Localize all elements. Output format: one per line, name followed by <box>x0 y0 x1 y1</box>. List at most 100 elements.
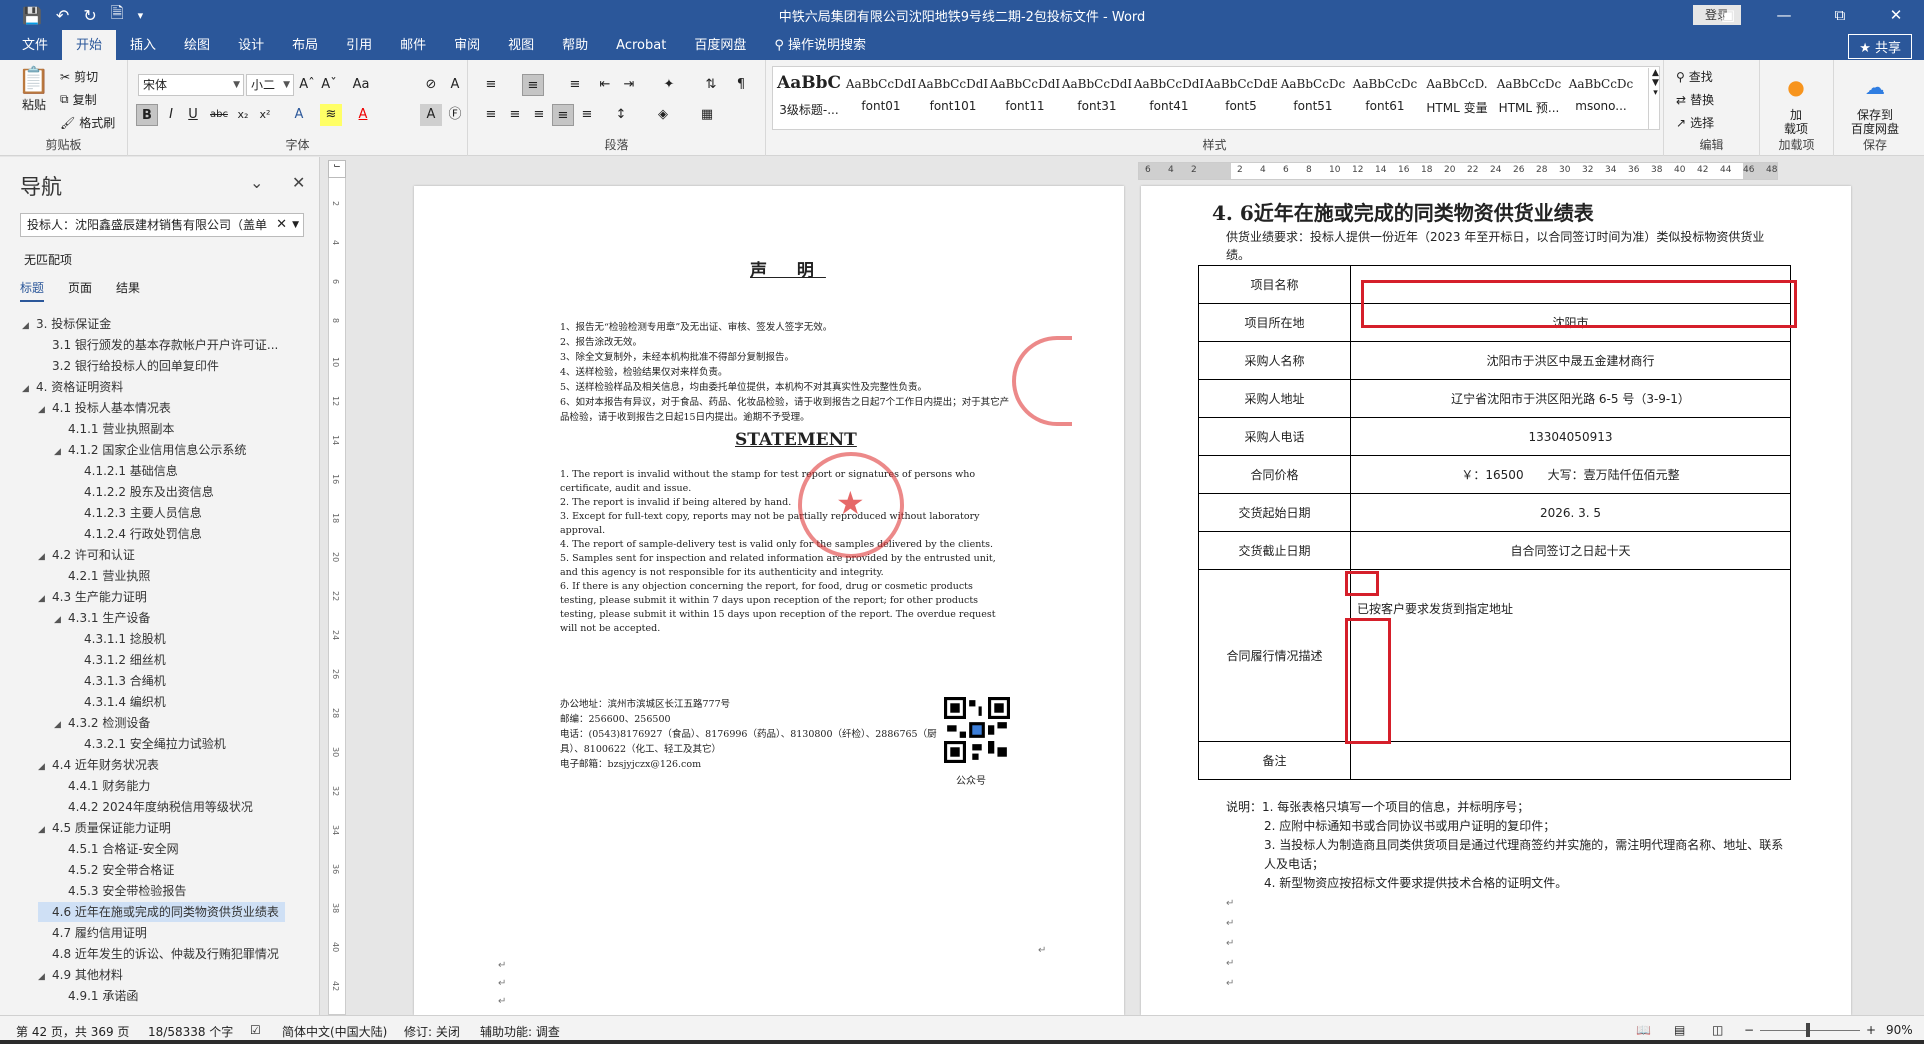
italic-icon[interactable]: I <box>160 104 182 126</box>
styles-more-button[interactable]: ▲ ▼ ▾ <box>1648 68 1662 130</box>
expand-triangle-icon[interactable]: ◢ <box>54 610 68 630</box>
save-to-baidu-button[interactable]: ☁ 保存到 百度网盘 <box>1840 66 1910 136</box>
table-label-cell[interactable]: 采购人地址 <box>1198 379 1351 418</box>
expand-triangle-icon[interactable]: ◢ <box>38 967 52 987</box>
nav-heading-item[interactable]: 4.6 近年在施或完成的同类物资供货业绩表 <box>38 902 285 922</box>
style-item[interactable]: AaBbCcDc msono... <box>1565 67 1637 129</box>
expand-triangle-icon[interactable]: ◢ <box>38 547 52 567</box>
nav-heading-item[interactable]: ◢ 4.3.1 生产设备 <box>54 608 150 628</box>
expand-triangle-icon[interactable]: ◢ <box>22 379 36 399</box>
tab-selector[interactable]: ⌙ <box>328 160 346 178</box>
expand-triangle-icon[interactable]: ◢ <box>38 400 52 420</box>
nav-heading-item[interactable]: 4.7 履约信用证明 <box>38 923 147 943</box>
table-value-cell[interactable] <box>1350 741 1791 780</box>
font-size-select[interactable]: 小二 ▼ <box>246 74 294 96</box>
align-right-icon[interactable]: ≡ <box>528 104 550 126</box>
chinese-layout-icon[interactable]: ✦ <box>658 74 680 96</box>
read-mode-icon[interactable]: 📖 <box>1636 1023 1651 1037</box>
bold-icon[interactable]: B <box>136 104 158 126</box>
table-label-cell[interactable]: 合同履行情况描述 <box>1198 569 1351 742</box>
char-shading-icon[interactable]: A <box>420 104 442 126</box>
style-item[interactable]: AaBbCcDc font61 <box>1349 67 1421 129</box>
close-icon[interactable]: ✕ <box>292 173 305 192</box>
nav-heading-item[interactable]: ◢ 3. 投标保证金 <box>22 314 111 334</box>
nav-heading-item[interactable]: ◢ 4. 资格证明资料 <box>22 377 123 397</box>
zoom-in-icon[interactable]: + <box>1866 1023 1876 1037</box>
expand-triangle-icon[interactable]: ◢ <box>38 820 52 840</box>
nav-heading-item[interactable]: 4.3.1.3 合绳机 <box>70 671 166 691</box>
tab-mailings[interactable]: 邮件 <box>386 30 440 60</box>
char-border-icon[interactable]: A <box>444 74 466 96</box>
nav-heading-item[interactable]: 4.1.2.4 行政处罚信息 <box>70 524 202 544</box>
page-count[interactable]: 第 42 页，共 369 页 <box>16 1023 129 1040</box>
borders-icon[interactable]: ▦ <box>696 104 718 126</box>
copy-button[interactable]: ⧉ 复制 <box>60 91 97 108</box>
customize-icon[interactable]: ▾ <box>138 9 144 22</box>
justify-icon[interactable]: ≡ <box>552 104 574 126</box>
table-value-cell[interactable]: 自合同签订之日起十天 <box>1350 531 1791 570</box>
save-icon[interactable]: 💾 <box>22 6 42 25</box>
nav-search-input[interactable]: 投标人：沈阳鑫盛辰建材销售有限公司（盖单 ✕ ▼ <box>20 213 304 237</box>
line-spacing-icon[interactable]: ↕ <box>610 104 632 126</box>
style-item[interactable]: AaBbC 3级标题-... <box>773 67 845 129</box>
nav-heading-item[interactable]: 4.1.2.1 基础信息 <box>70 461 178 481</box>
track-changes-status[interactable]: 修订: 关闭 <box>404 1023 460 1040</box>
accessibility-status[interactable]: 辅助功能: 调查 <box>480 1023 560 1040</box>
tab-view[interactable]: 视图 <box>494 30 548 60</box>
find-button[interactable]: ⚲ 查找 <box>1676 68 1713 85</box>
align-left-icon[interactable]: ≡ <box>480 104 502 126</box>
style-item[interactable]: AaBbCcDdI font11 <box>989 67 1061 129</box>
nav-tab-pages[interactable]: 页面 <box>68 279 92 302</box>
nav-heading-item[interactable]: 4.1.1 营业执照副本 <box>54 419 174 439</box>
style-item[interactable]: AaBbCcDc font51 <box>1277 67 1349 129</box>
tab-help[interactable]: 帮助 <box>548 30 602 60</box>
decrease-indent-icon[interactable]: ⇤ <box>594 74 616 96</box>
style-item[interactable]: AaBbCcDdE font5 <box>1205 67 1277 129</box>
nav-heading-item[interactable]: ◢ 4.1 投标人基本情况表 <box>38 398 171 418</box>
nav-heading-item[interactable]: 4.1.2.2 股东及出资信息 <box>70 482 214 502</box>
nav-heading-item[interactable]: ◢ 4.9 其他材料 <box>38 965 123 985</box>
highlight-icon[interactable]: ≋ <box>320 104 342 126</box>
word-count[interactable]: 18/58338 个字 <box>148 1023 233 1040</box>
minimize-icon[interactable]: — <box>1756 0 1812 30</box>
style-item[interactable]: AaBbCcDdI font41 <box>1133 67 1205 129</box>
expand-triangle-icon[interactable]: ◢ <box>38 589 52 609</box>
nav-heading-item[interactable]: 4.3.1.1 捻股机 <box>70 629 166 649</box>
show-marks-icon[interactable]: ¶ <box>730 74 752 96</box>
new-doc-icon[interactable]: 🗎 <box>111 2 124 29</box>
increase-indent-icon[interactable]: ⇥ <box>618 74 640 96</box>
table-value-cell[interactable]: ￥：16500 大写：壹万陆仟伍佰元整 <box>1350 455 1791 494</box>
tab-review[interactable]: 审阅 <box>440 30 494 60</box>
proofing-icon[interactable]: ☑ <box>250 1023 261 1037</box>
chevron-down-icon[interactable]: ⌄ <box>250 173 263 192</box>
subscript-icon[interactable]: x₂ <box>232 104 254 126</box>
style-item[interactable]: AaBbCcD. HTML 变量 <box>1421 67 1493 129</box>
shading-icon[interactable]: ◈ <box>652 104 674 126</box>
table-label-cell[interactable]: 合同价格 <box>1198 455 1351 494</box>
sort-icon[interactable]: ⇅ <box>700 74 722 96</box>
nav-heading-item[interactable]: 4.1.2.3 主要人员信息 <box>70 503 202 523</box>
expand-triangle-icon[interactable]: ◢ <box>22 316 36 336</box>
font-color-icon[interactable]: A <box>352 104 374 126</box>
zoom-level[interactable]: 90% <box>1886 1023 1913 1037</box>
table-label-cell[interactable]: 交货起始日期 <box>1198 493 1351 532</box>
nav-heading-item[interactable]: ◢ 4.3 生产能力证明 <box>38 587 147 607</box>
nav-tab-headings[interactable]: 标题 <box>20 279 45 302</box>
nav-heading-item[interactable]: ◢ 4.2 许可和认证 <box>38 545 135 565</box>
nav-heading-item[interactable]: 4.5.1 合格证-安全网 <box>54 839 179 859</box>
print-layout-icon[interactable]: ▤ <box>1674 1023 1685 1037</box>
superscript-icon[interactable]: x² <box>254 104 276 126</box>
distribute-icon[interactable]: ≡ <box>576 104 598 126</box>
nav-tab-results[interactable]: 结果 <box>116 279 140 302</box>
nav-heading-item[interactable]: 4.4.1 财务能力 <box>54 776 150 796</box>
nav-heading-item[interactable]: ◢ 4.4 近年财务状况表 <box>38 755 159 775</box>
tab-baidu[interactable]: 百度网盘 <box>680 30 760 60</box>
zoom-out-icon[interactable]: − <box>1744 1023 1754 1037</box>
close-icon[interactable]: ✕ <box>1868 0 1924 30</box>
nav-heading-item[interactable]: 4.3.1.4 编织机 <box>70 692 166 712</box>
expand-triangle-icon[interactable]: ◢ <box>54 715 68 735</box>
table-value-cell[interactable]: 2026. 3. 5 <box>1350 493 1791 532</box>
bullets-icon[interactable]: ≡ <box>480 74 502 96</box>
zoom-slider[interactable] <box>1760 1030 1860 1031</box>
replace-button[interactable]: ⇄ 替换 <box>1676 91 1714 108</box>
